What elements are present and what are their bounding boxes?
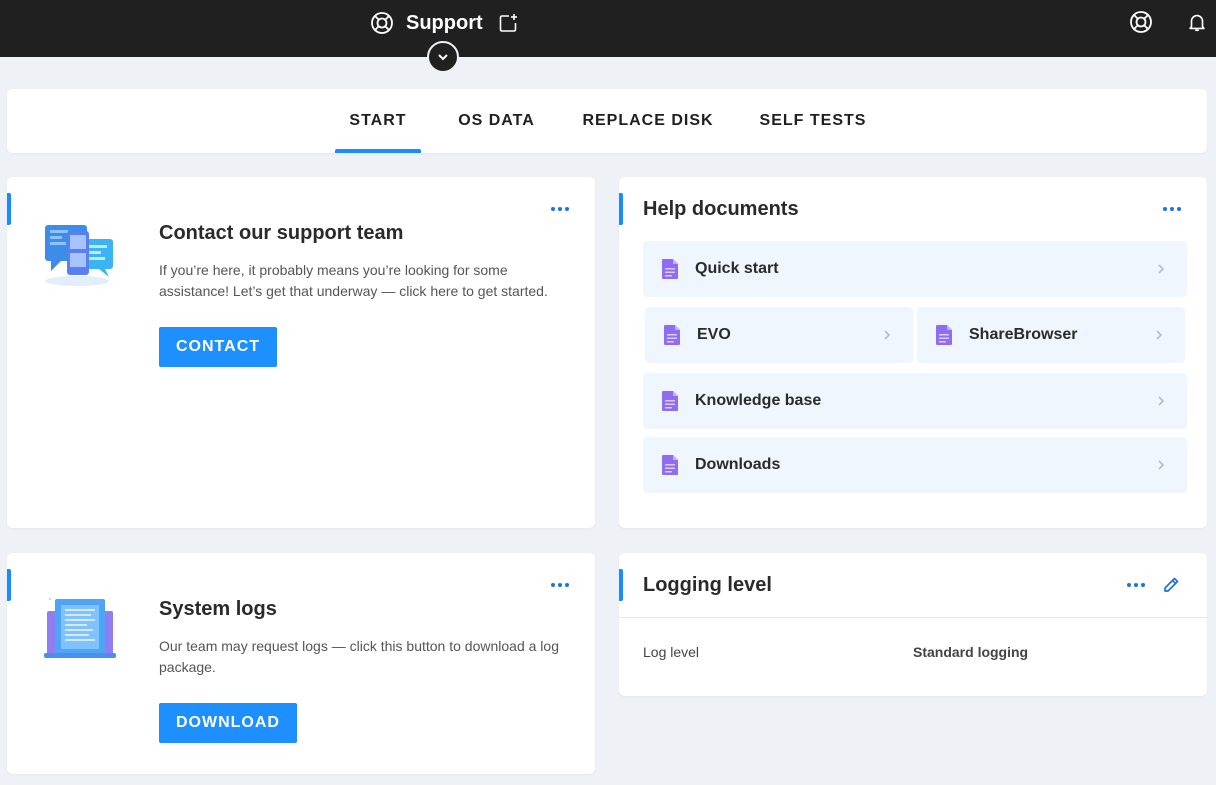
tab-self-tests[interactable]: SELF TESTS	[755, 89, 871, 153]
card-title: System logs	[159, 598, 277, 620]
contact-button[interactable]: CONTACT	[159, 327, 278, 367]
app-title: Support	[406, 11, 483, 34]
logging-level-card: Logging level Log level Standard logging	[619, 553, 1207, 696]
lifebuoy-icon[interactable]	[1128, 9, 1154, 35]
card-title: Help documents	[643, 198, 799, 220]
contact-support-card: Contact our support team If you’re here,…	[7, 177, 595, 528]
help-doc-downloads[interactable]: Downloads	[643, 437, 1187, 493]
document-icon	[661, 258, 679, 280]
help-doc-label: Knowledge base	[695, 392, 822, 409]
log-level-value: Standard logging	[913, 644, 1029, 660]
download-button[interactable]: DOWNLOAD	[159, 703, 297, 743]
document-icon	[663, 324, 681, 346]
document-icon	[661, 454, 679, 476]
top-bar-actions	[1128, 9, 1216, 35]
log-level-label: Log level	[643, 644, 700, 660]
chevron-right-icon	[1155, 329, 1163, 341]
tab-replace-disk[interactable]: REPLACE DISK	[579, 89, 717, 153]
help-doc-label: EVO	[697, 326, 731, 343]
card-accent	[7, 193, 11, 225]
open-new-window-icon[interactable]	[497, 12, 519, 34]
tab-start[interactable]: START	[335, 89, 421, 153]
system-logs-card: System logs Our team may request logs — …	[7, 553, 595, 774]
top-bar: Support	[0, 0, 1216, 57]
tab-os-data[interactable]: OS DATA	[451, 89, 542, 153]
lifebuoy-icon	[370, 11, 394, 35]
chevron-right-icon	[1157, 459, 1165, 471]
bell-icon[interactable]	[1184, 9, 1210, 35]
help-doc-label: Downloads	[695, 456, 781, 473]
more-options-icon[interactable]	[549, 579, 571, 591]
card-description: Our team may request logs — click this b…	[159, 638, 559, 675]
divider	[619, 617, 1207, 618]
help-doc-label: Quick start	[695, 260, 779, 277]
help-doc-evo[interactable]: EVO	[645, 307, 913, 363]
document-icon	[661, 390, 679, 412]
app-header: Support	[370, 9, 519, 37]
card-accent	[7, 569, 11, 601]
document-icon	[935, 324, 953, 346]
card-accent	[619, 193, 623, 225]
help-doc-sharebrowser[interactable]: ShareBrowser	[917, 307, 1185, 363]
card-description: If you’re here, it probably means you’re…	[159, 262, 548, 299]
collapse-header-button[interactable]	[427, 41, 459, 73]
chat-bubbles-illustration	[43, 221, 117, 292]
pencil-icon[interactable]	[1162, 576, 1180, 594]
more-options-icon[interactable]	[1125, 579, 1147, 591]
help-documents-card: Help documents Quick start EVO ShareBrow…	[619, 177, 1207, 528]
help-doc-label: ShareBrowser	[969, 326, 1078, 343]
help-doc-knowledge-base[interactable]: Knowledge base	[643, 373, 1187, 429]
help-doc-quick-start[interactable]: Quick start	[643, 241, 1187, 297]
card-title: Logging level	[643, 574, 772, 596]
chevron-right-icon	[883, 329, 891, 341]
card-accent	[619, 569, 623, 601]
chevron-right-icon	[1157, 395, 1165, 407]
more-options-icon[interactable]	[1161, 203, 1183, 215]
laptop-log-illustration	[43, 595, 117, 668]
chevron-down-icon	[437, 53, 449, 61]
chevron-right-icon	[1157, 263, 1165, 275]
card-title: Contact our support team	[159, 222, 404, 244]
more-options-icon[interactable]	[549, 203, 571, 215]
tab-bar: START OS DATA REPLACE DISK SELF TESTS	[7, 89, 1207, 153]
